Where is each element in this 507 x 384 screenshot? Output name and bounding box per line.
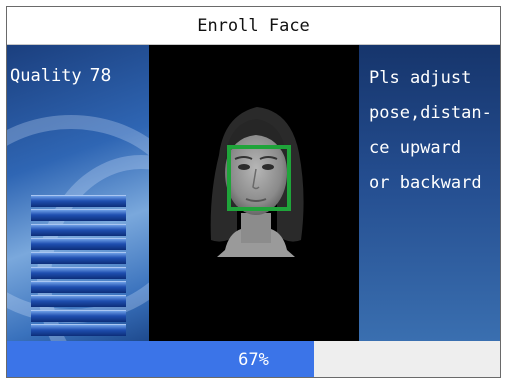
quality-meter bbox=[31, 195, 126, 336]
quality-label: Quality bbox=[10, 66, 82, 86]
face-detection-box bbox=[227, 145, 291, 211]
quality-meter-segment bbox=[31, 252, 126, 265]
quality-readout: Quality 78 bbox=[10, 65, 111, 86]
enroll-progress-bar: 67% bbox=[7, 341, 500, 377]
quality-meter-segment bbox=[31, 195, 126, 207]
window-title: Enroll Face bbox=[7, 7, 500, 45]
quality-meter-segment bbox=[31, 295, 126, 308]
quality-meter-segment bbox=[31, 309, 126, 322]
instruction-text: Pls adjust pose,distan- ce upward or bac… bbox=[369, 68, 492, 193]
quality-meter-segment bbox=[31, 280, 126, 293]
progress-label: 67% bbox=[238, 350, 269, 370]
quality-meter-segment bbox=[31, 223, 126, 236]
quality-meter-segment bbox=[31, 237, 126, 250]
camera-preview bbox=[149, 45, 359, 341]
quality-meter-segment bbox=[31, 323, 126, 336]
instruction-panel: Pls adjust pose,distan- ce upward or bac… bbox=[359, 45, 500, 341]
quality-meter-segment bbox=[31, 209, 126, 222]
quality-value: 78 bbox=[89, 65, 112, 86]
quality-panel: Quality 78 bbox=[7, 45, 149, 341]
enroll-face-screen: Enroll Face Quality 78 Pls adjust pose,d… bbox=[6, 6, 501, 378]
quality-meter-segment bbox=[31, 266, 126, 279]
